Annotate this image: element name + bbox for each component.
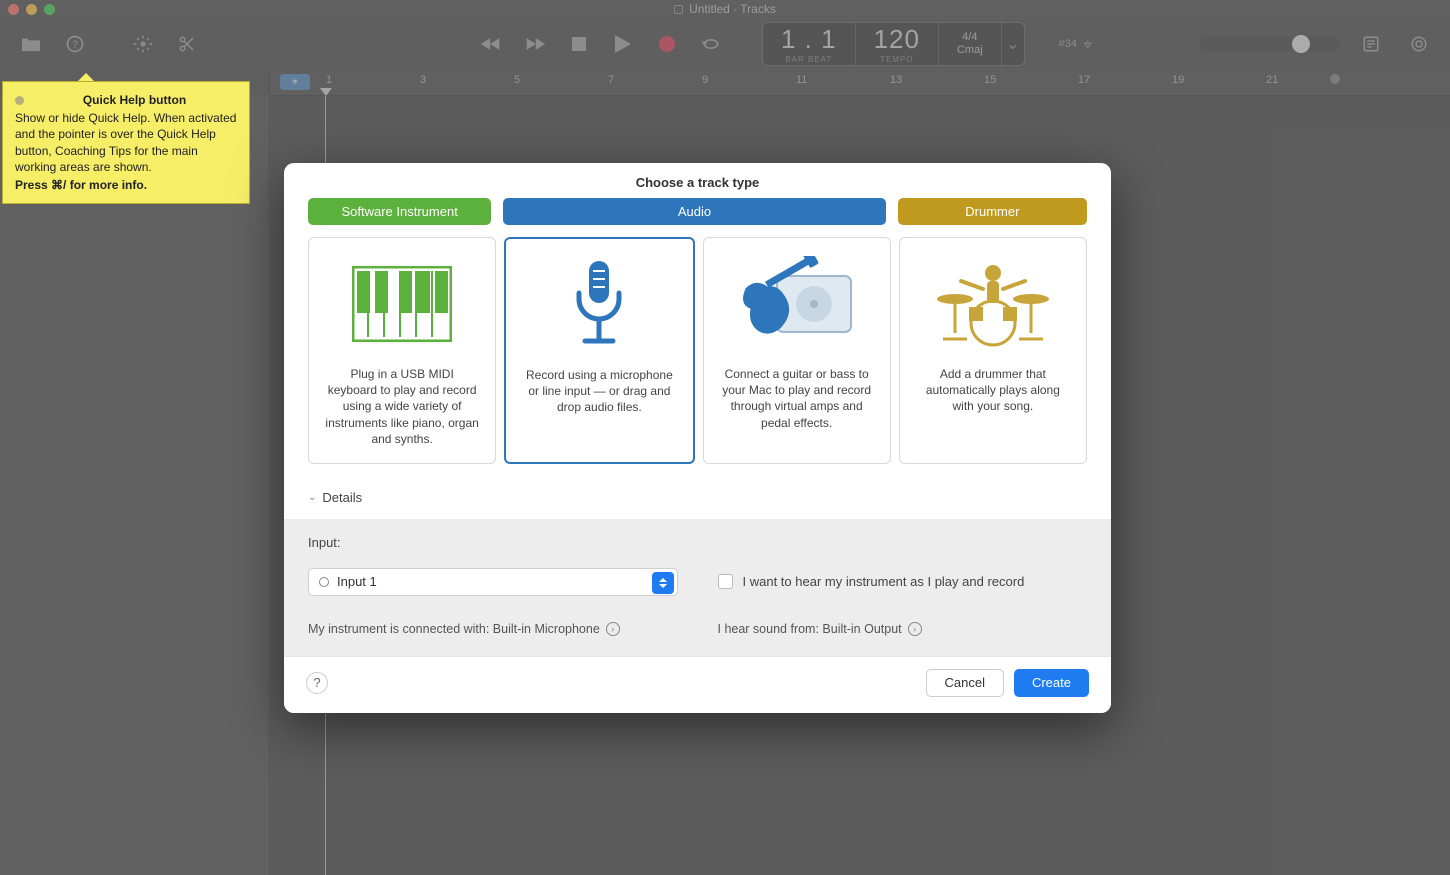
stop-button[interactable] bbox=[562, 27, 596, 61]
quick-help-tooltip: Quick Help button Show or hide Quick Hel… bbox=[2, 81, 250, 204]
input-value: Input 1 bbox=[337, 574, 377, 589]
dialog-title: Choose a track type bbox=[284, 163, 1111, 198]
settings-button[interactable] bbox=[126, 27, 160, 61]
piano-keys-icon bbox=[352, 256, 452, 352]
cycle-region[interactable]: ✶ bbox=[280, 74, 310, 90]
rewind-button[interactable] bbox=[474, 27, 508, 61]
tooltip-indicator-icon bbox=[15, 96, 24, 105]
details-pane: Input: Input 1 I want to hear my instrum… bbox=[284, 519, 1111, 656]
tab-audio[interactable]: Audio bbox=[503, 198, 885, 225]
tooltip-shortcut: Press ⌘/ for more info. bbox=[15, 177, 237, 193]
titlebar: Untitled · Tracks bbox=[0, 0, 1450, 18]
microphone-icon bbox=[567, 257, 631, 353]
monitor-label: I want to hear my instrument as I play a… bbox=[743, 574, 1025, 589]
dialog-footer: ? Cancel Create bbox=[284, 656, 1111, 713]
chevron-down-icon: ⌄ bbox=[308, 492, 316, 503]
forward-button[interactable] bbox=[518, 27, 552, 61]
play-button[interactable] bbox=[606, 27, 640, 61]
card-audio-guitar[interactable]: Connect a guitar or bass to your Mac to … bbox=[703, 237, 891, 464]
tuner-button[interactable]: #34 bbox=[1059, 27, 1093, 61]
input-channel-icon bbox=[319, 577, 329, 587]
ruler-number: 3 bbox=[420, 74, 426, 86]
ruler-number: 11 bbox=[796, 74, 807, 86]
card-audio-mic[interactable]: Record using a microphone or line input … bbox=[504, 237, 694, 464]
new-track-dialog: Choose a track type Software Instrument … bbox=[284, 163, 1111, 713]
card-description: Plug in a USB MIDI keyboard to play and … bbox=[319, 366, 485, 447]
ruler-number: 7 bbox=[608, 74, 614, 86]
window-title: Untitled · Tracks bbox=[0, 2, 1450, 16]
timeline-ruler[interactable]: ✶ 1 3 5 7 9 11 13 15 17 19 21 bbox=[270, 70, 1450, 96]
lcd-display[interactable]: 1 . 1BAR BEAT 120TEMPO 4/4Cmaj ⌄ bbox=[762, 22, 1025, 66]
tooltip-body: Show or hide Quick Help. When activated … bbox=[15, 110, 237, 175]
master-volume-slider[interactable] bbox=[1200, 37, 1340, 51]
ruler-number: 21 bbox=[1266, 74, 1278, 86]
create-button[interactable]: Create bbox=[1014, 669, 1089, 697]
guitar-amp-icon bbox=[739, 256, 855, 352]
card-description: Record using a microphone or line input … bbox=[516, 367, 682, 416]
ruler-number: 15 bbox=[984, 74, 996, 86]
cancel-button[interactable]: Cancel bbox=[926, 669, 1004, 697]
tooltip-title: Quick Help button bbox=[32, 92, 237, 108]
ruler-number: 5 bbox=[514, 74, 520, 86]
output-info: I hear sound from: Built-in Output bbox=[718, 622, 902, 636]
ruler-number: 13 bbox=[890, 74, 902, 86]
playhead-icon[interactable] bbox=[320, 88, 332, 96]
card-description: Add a drummer that automatically plays a… bbox=[910, 366, 1076, 415]
card-software-instrument[interactable]: Plug in a USB MIDI keyboard to play and … bbox=[308, 237, 496, 464]
record-button[interactable] bbox=[650, 27, 684, 61]
card-drummer[interactable]: Add a drummer that automatically plays a… bbox=[899, 237, 1087, 464]
monitor-checkbox[interactable] bbox=[718, 574, 733, 589]
details-toggle[interactable]: ⌄ Details bbox=[284, 484, 1111, 519]
chevron-down-icon[interactable]: ⌄ bbox=[1002, 23, 1024, 65]
ruler-number: 19 bbox=[1172, 74, 1184, 86]
input-label: Input: bbox=[308, 535, 678, 550]
tab-drummer[interactable]: Drummer bbox=[898, 198, 1087, 225]
track-type-tabs: Software Instrument Audio Drummer bbox=[284, 198, 1111, 225]
card-description: Connect a guitar or bass to your Mac to … bbox=[714, 366, 880, 431]
ruler-number: 1 bbox=[326, 74, 332, 86]
quick-help-button[interactable]: ? bbox=[58, 27, 92, 61]
arrow-right-icon[interactable]: › bbox=[606, 622, 620, 636]
library-button[interactable] bbox=[14, 27, 48, 61]
input-select[interactable]: Input 1 bbox=[308, 568, 678, 596]
svg-text:?: ? bbox=[72, 39, 78, 51]
cycle-button[interactable] bbox=[694, 27, 728, 61]
transport-controls bbox=[474, 27, 728, 61]
dropdown-stepper-icon[interactable] bbox=[652, 572, 674, 594]
ruler-number: 17 bbox=[1078, 74, 1090, 86]
loops-button[interactable] bbox=[1402, 27, 1436, 61]
main-toolbar: ? 1 . 1BAR BEAT 120TEMPO 4/4Cmaj ⌄ #34 bbox=[0, 18, 1450, 70]
help-button[interactable]: ? bbox=[306, 672, 328, 694]
arrow-right-icon[interactable]: › bbox=[908, 622, 922, 636]
details-label: Details bbox=[322, 490, 362, 505]
ruler-number: 9 bbox=[702, 74, 708, 86]
connection-info: My instrument is connected with: Built-i… bbox=[308, 622, 600, 636]
notes-button[interactable] bbox=[1354, 27, 1388, 61]
drummer-icon bbox=[933, 256, 1053, 352]
project-end-marker[interactable] bbox=[1330, 74, 1340, 84]
tab-software-instrument[interactable]: Software Instrument bbox=[308, 198, 491, 225]
scissors-icon[interactable] bbox=[170, 27, 204, 61]
